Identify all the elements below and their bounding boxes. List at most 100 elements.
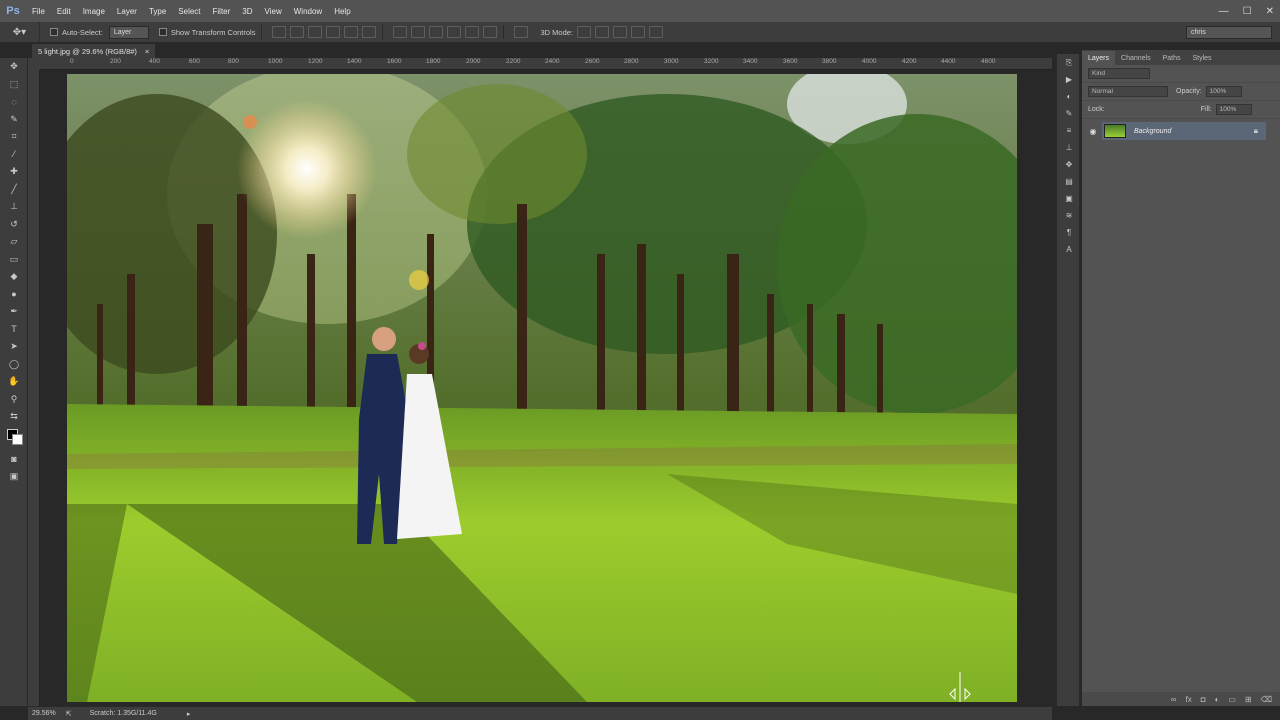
horizontal-ruler[interactable]: 0 200 400 600 800 1000 1200 1400 1600 18…	[40, 58, 1052, 70]
document-tab[interactable]: 5 light.jpg @ 29.6% (RGB/8#) ×	[32, 44, 156, 58]
menu-view[interactable]: View	[259, 7, 288, 16]
3d-scale-icon[interactable]	[649, 26, 664, 38]
quick-mask-icon[interactable]: ◙	[0, 450, 28, 468]
menu-window[interactable]: Window	[288, 7, 328, 16]
menu-edit[interactable]: Edit	[51, 7, 77, 16]
visibility-eye-icon[interactable]: ◉	[1086, 122, 1100, 140]
close-button[interactable]: ✕	[1266, 6, 1274, 17]
close-document-icon[interactable]: ×	[145, 47, 149, 56]
3d-rotate-icon[interactable]	[577, 26, 592, 38]
tab-paths[interactable]: Paths	[1157, 51, 1187, 65]
menu-file[interactable]: File	[26, 7, 51, 16]
menu-layer[interactable]: Layer	[111, 7, 143, 16]
tab-layers[interactable]: Layers	[1082, 51, 1116, 65]
align-vcenter-icon[interactable]	[290, 26, 305, 38]
background-color-swatch[interactable]	[12, 434, 23, 445]
tool-presets-icon[interactable]: ✥	[1057, 156, 1081, 173]
align-top-icon[interactable]	[272, 26, 287, 38]
auto-align-icon[interactable]	[514, 26, 529, 38]
eraser-tool-icon[interactable]: ▱	[0, 233, 28, 251]
menu-image[interactable]: Image	[77, 7, 111, 16]
properties-panel-icon[interactable]: ▤	[1057, 173, 1081, 190]
maximize-button[interactable]: ☐	[1243, 6, 1252, 17]
align-right-icon[interactable]	[362, 26, 377, 38]
fill-input[interactable]: 100%	[1215, 104, 1252, 115]
align-bottom-icon[interactable]	[308, 26, 323, 38]
align-hcenter-icon[interactable]	[344, 26, 359, 38]
quick-select-tool-icon[interactable]: ✎	[0, 111, 28, 129]
info-panel-icon[interactable]: ▣	[1057, 190, 1081, 207]
shape-tool-icon[interactable]: ◯	[0, 356, 28, 374]
distribute-vcenter-icon[interactable]	[411, 26, 426, 38]
menu-help[interactable]: Help	[328, 7, 356, 16]
hand-tool-icon[interactable]: ✋	[0, 373, 28, 391]
crop-tool-icon[interactable]: ⌗	[0, 128, 28, 146]
distribute-right-icon[interactable]	[483, 26, 498, 38]
move-tool-icon[interactable]: ✥	[0, 58, 28, 76]
layer-row-background[interactable]: Background 🔒︎	[1102, 122, 1266, 140]
new-group-icon[interactable]: ▭	[1228, 695, 1236, 704]
distribute-left-icon[interactable]	[447, 26, 462, 38]
move-tool-preset-icon[interactable]: ✥▾	[0, 21, 40, 43]
character-panel-icon[interactable]: A	[1057, 241, 1081, 258]
tab-channels[interactable]: Channels	[1115, 51, 1157, 65]
auto-select-checkbox[interactable]	[50, 28, 58, 36]
default-colors-icon[interactable]: ⇆	[0, 408, 28, 426]
adjustment-layer-icon[interactable]: ◐	[1215, 695, 1220, 704]
blur-tool-icon[interactable]: ◆	[0, 268, 28, 286]
history-brush-tool-icon[interactable]: ↺	[0, 216, 28, 234]
delete-layer-icon[interactable]: ⌫	[1261, 695, 1272, 704]
auto-select-dropdown[interactable]: Layer	[108, 25, 149, 39]
document-image[interactable]	[67, 74, 1017, 702]
pen-tool-icon[interactable]: ✒	[0, 303, 28, 321]
clone-stamp-tool-icon[interactable]: ⊥	[0, 198, 28, 216]
menu-type[interactable]: Type	[143, 7, 172, 16]
path-selection-tool-icon[interactable]: ➤	[0, 338, 28, 356]
lasso-tool-icon[interactable]: ◌	[0, 93, 28, 111]
menu-3d[interactable]: 3D	[236, 7, 258, 16]
layer-mask-icon[interactable]: ◘	[1201, 695, 1206, 704]
blend-mode-dropdown[interactable]: Normal	[1088, 86, 1168, 97]
menu-select[interactable]: Select	[172, 7, 206, 16]
distribute-hcenter-icon[interactable]	[465, 26, 480, 38]
history-panel-icon[interactable]: ⎘	[1057, 54, 1081, 71]
brush-panel-icon[interactable]: ≡	[1057, 122, 1081, 139]
zoom-tool-icon[interactable]: ⚲	[0, 391, 28, 409]
type-tool-icon[interactable]: T	[0, 321, 28, 339]
gradient-tool-icon[interactable]: ▭	[0, 251, 28, 269]
paths-panel-icon[interactable]: ≋	[1057, 207, 1081, 224]
kind-filter-dropdown[interactable]: Kind	[1088, 68, 1150, 79]
new-layer-icon[interactable]: ⊞	[1245, 695, 1252, 704]
align-left-icon[interactable]	[326, 26, 341, 38]
vertical-ruler[interactable]	[28, 70, 40, 706]
paragraph-panel-icon[interactable]: ¶	[1057, 224, 1081, 241]
marquee-tool-icon[interactable]: ⬚	[0, 76, 28, 94]
export-icon[interactable]: ⇱	[66, 710, 72, 718]
adjustments-panel-icon[interactable]: ◐	[1057, 88, 1081, 105]
distribute-bottom-icon[interactable]	[429, 26, 444, 38]
3d-slide-icon[interactable]	[631, 26, 646, 38]
scratch-info[interactable]: Scratch: 1.35G/11.4G	[90, 710, 157, 717]
healing-brush-tool-icon[interactable]: ✚	[0, 163, 28, 181]
canvas-area[interactable]	[40, 70, 1052, 706]
workspace-user-dropdown[interactable]: chris	[1186, 26, 1272, 39]
link-layers-icon[interactable]: ∞	[1171, 695, 1177, 704]
actions-panel-icon[interactable]: ▶	[1057, 71, 1081, 88]
distribute-top-icon[interactable]	[393, 26, 408, 38]
tab-styles[interactable]: Styles	[1187, 51, 1218, 65]
status-menu-arrow-icon[interactable]: ▸	[187, 710, 191, 718]
eyedropper-tool-icon[interactable]: ⁄	[0, 146, 28, 164]
opacity-input[interactable]: 100%	[1205, 86, 1242, 97]
zoom-level[interactable]: 29.56%	[32, 710, 56, 717]
minimize-button[interactable]: —	[1219, 6, 1229, 17]
dodge-tool-icon[interactable]: ●	[0, 286, 28, 304]
show-transform-checkbox[interactable]	[158, 28, 167, 36]
menu-filter[interactable]: Filter	[207, 7, 237, 16]
brush-tool-icon[interactable]: ╱	[0, 181, 28, 199]
screen-mode-icon[interactable]: ▣	[0, 468, 28, 486]
layer-style-icon[interactable]: fx	[1186, 695, 1192, 704]
3d-roll-icon[interactable]	[595, 26, 610, 38]
clone-source-icon[interactable]: ⊥	[1057, 139, 1081, 156]
brush-presets-icon[interactable]: ✎	[1057, 105, 1081, 122]
3d-drag-icon[interactable]	[613, 26, 628, 38]
